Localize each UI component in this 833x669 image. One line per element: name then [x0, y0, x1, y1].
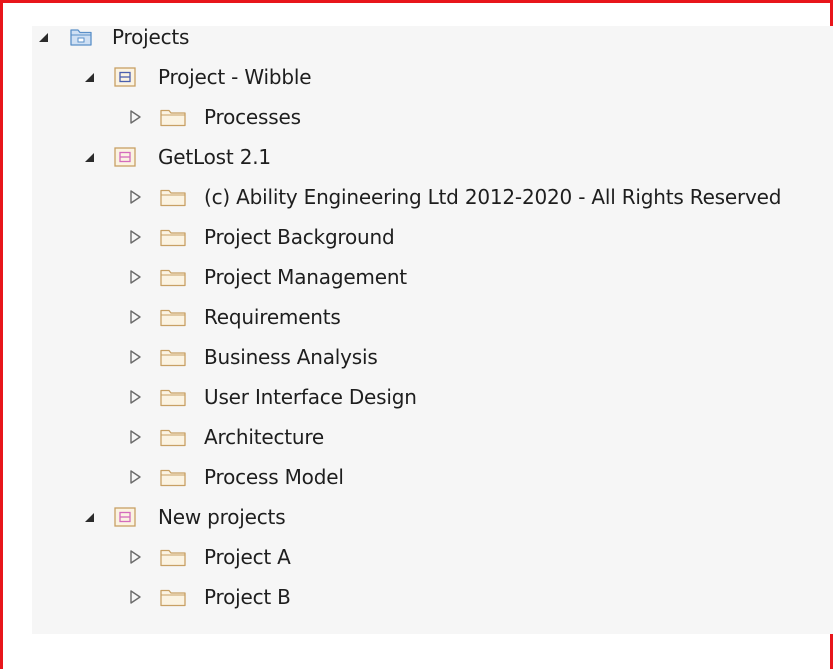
tree-item-label: Architecture	[204, 425, 325, 449]
tree-item-folder[interactable]: Project Background	[128, 222, 395, 252]
tree-item-label: Project Background	[204, 225, 395, 249]
collapsed-arrow-icon[interactable]	[128, 267, 142, 287]
tree-item-label: Project Management	[204, 265, 407, 289]
tree-item-label: GetLost 2.1	[158, 145, 271, 169]
tree-item-label: New projects	[158, 505, 286, 529]
folder-icon	[159, 226, 187, 248]
tree-item-folder[interactable]: User Interface Design	[128, 382, 417, 412]
tree-item-getlost[interactable]: GetLost 2.1	[82, 142, 271, 172]
collapsed-arrow-icon[interactable]	[128, 427, 142, 447]
expanded-arrow-icon[interactable]	[36, 27, 50, 47]
collapsed-arrow-icon[interactable]	[128, 347, 142, 367]
collapsed-arrow-icon[interactable]	[128, 467, 142, 487]
tree-item-label: Project B	[204, 585, 291, 609]
folder-icon	[159, 266, 187, 288]
collapsed-arrow-icon[interactable]	[128, 187, 142, 207]
package-icon	[113, 66, 141, 88]
tree-item-label: Projects	[112, 25, 190, 49]
collapsed-arrow-icon[interactable]	[128, 307, 142, 327]
tree-item-new-projects[interactable]: New projects	[82, 502, 286, 532]
tree-item-label: Processes	[204, 105, 301, 129]
expanded-arrow-icon[interactable]	[82, 67, 96, 87]
window-frame	[0, 0, 833, 669]
tree-item-projects[interactable]: Projects	[36, 22, 189, 52]
collapsed-arrow-icon[interactable]	[128, 547, 142, 567]
tree-item-folder[interactable]: Project B	[128, 582, 291, 612]
folder-icon	[159, 346, 187, 368]
folder-icon	[159, 386, 187, 408]
tree-item-folder[interactable]: Project Management	[128, 262, 407, 292]
tree-item-folder[interactable]: (c) Ability Engineering Ltd 2012-2020 - …	[128, 182, 781, 212]
expanded-arrow-icon[interactable]	[82, 507, 96, 527]
folder-icon	[159, 426, 187, 448]
package-icon	[113, 146, 141, 168]
package-icon	[113, 506, 141, 528]
folder-icon	[159, 466, 187, 488]
tree-item-label: Requirements	[204, 305, 341, 329]
tree-item-label: Business Analysis	[204, 345, 378, 369]
collapsed-arrow-icon[interactable]	[128, 587, 142, 607]
tree-item-label: Project - Wibble	[158, 65, 312, 89]
tree-item-label: Process Model	[204, 465, 344, 489]
tree-item-label: (c) Ability Engineering Ltd 2012-2020 - …	[204, 185, 782, 209]
tree-item-label: Project A	[204, 545, 291, 569]
folder-icon	[159, 186, 187, 208]
model-root-icon	[67, 26, 95, 48]
folder-icon	[159, 546, 187, 568]
tree-item-folder[interactable]: Requirements	[128, 302, 341, 332]
collapsed-arrow-icon[interactable]	[128, 227, 142, 247]
tree-item-folder[interactable]: Process Model	[128, 462, 344, 492]
tree-item-label: User Interface Design	[204, 385, 417, 409]
tree-item-folder[interactable]: Processes	[128, 102, 301, 132]
expanded-arrow-icon[interactable]	[82, 147, 96, 167]
collapsed-arrow-icon[interactable]	[128, 107, 142, 127]
folder-icon	[159, 106, 187, 128]
folder-icon	[159, 306, 187, 328]
tree-item-folder[interactable]: Architecture	[128, 422, 324, 452]
collapsed-arrow-icon[interactable]	[128, 387, 142, 407]
tree-item-folder[interactable]: Project A	[128, 542, 291, 572]
tree-item-project-wibble[interactable]: Project - Wibble	[82, 62, 312, 92]
tree-item-folder[interactable]: Business Analysis	[128, 342, 378, 372]
folder-icon	[159, 586, 187, 608]
